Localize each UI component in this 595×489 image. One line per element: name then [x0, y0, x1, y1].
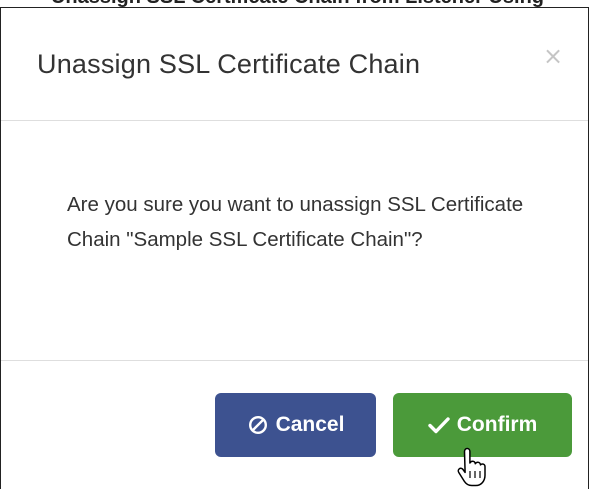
cancel-button-label: Cancel: [275, 413, 345, 436]
cancel-button[interactable]: Cancel: [215, 393, 376, 457]
dialog-header: Unassign SSL Certificate Chain ×: [1, 8, 588, 121]
ban-icon: [247, 414, 269, 436]
confirmation-message: Are you sure you want to unassign SSL Ce…: [67, 193, 524, 251]
dialog-body: Are you sure you want to unassign SSL Ce…: [1, 121, 588, 361]
page: Unassign SSL Certificate Chain from List…: [0, 0, 595, 489]
close-button[interactable]: ×: [540, 43, 566, 69]
check-icon: [428, 414, 450, 436]
unassign-dialog: Unassign SSL Certificate Chain × Are you…: [0, 7, 589, 489]
confirm-button-label: Confirm: [456, 413, 538, 436]
close-icon: ×: [542, 42, 564, 70]
dialog-footer: Cancel Confirm: [1, 361, 588, 489]
dialog-title: Unassign SSL Certificate Chain: [37, 49, 421, 79]
confirm-button[interactable]: Confirm: [393, 393, 572, 457]
